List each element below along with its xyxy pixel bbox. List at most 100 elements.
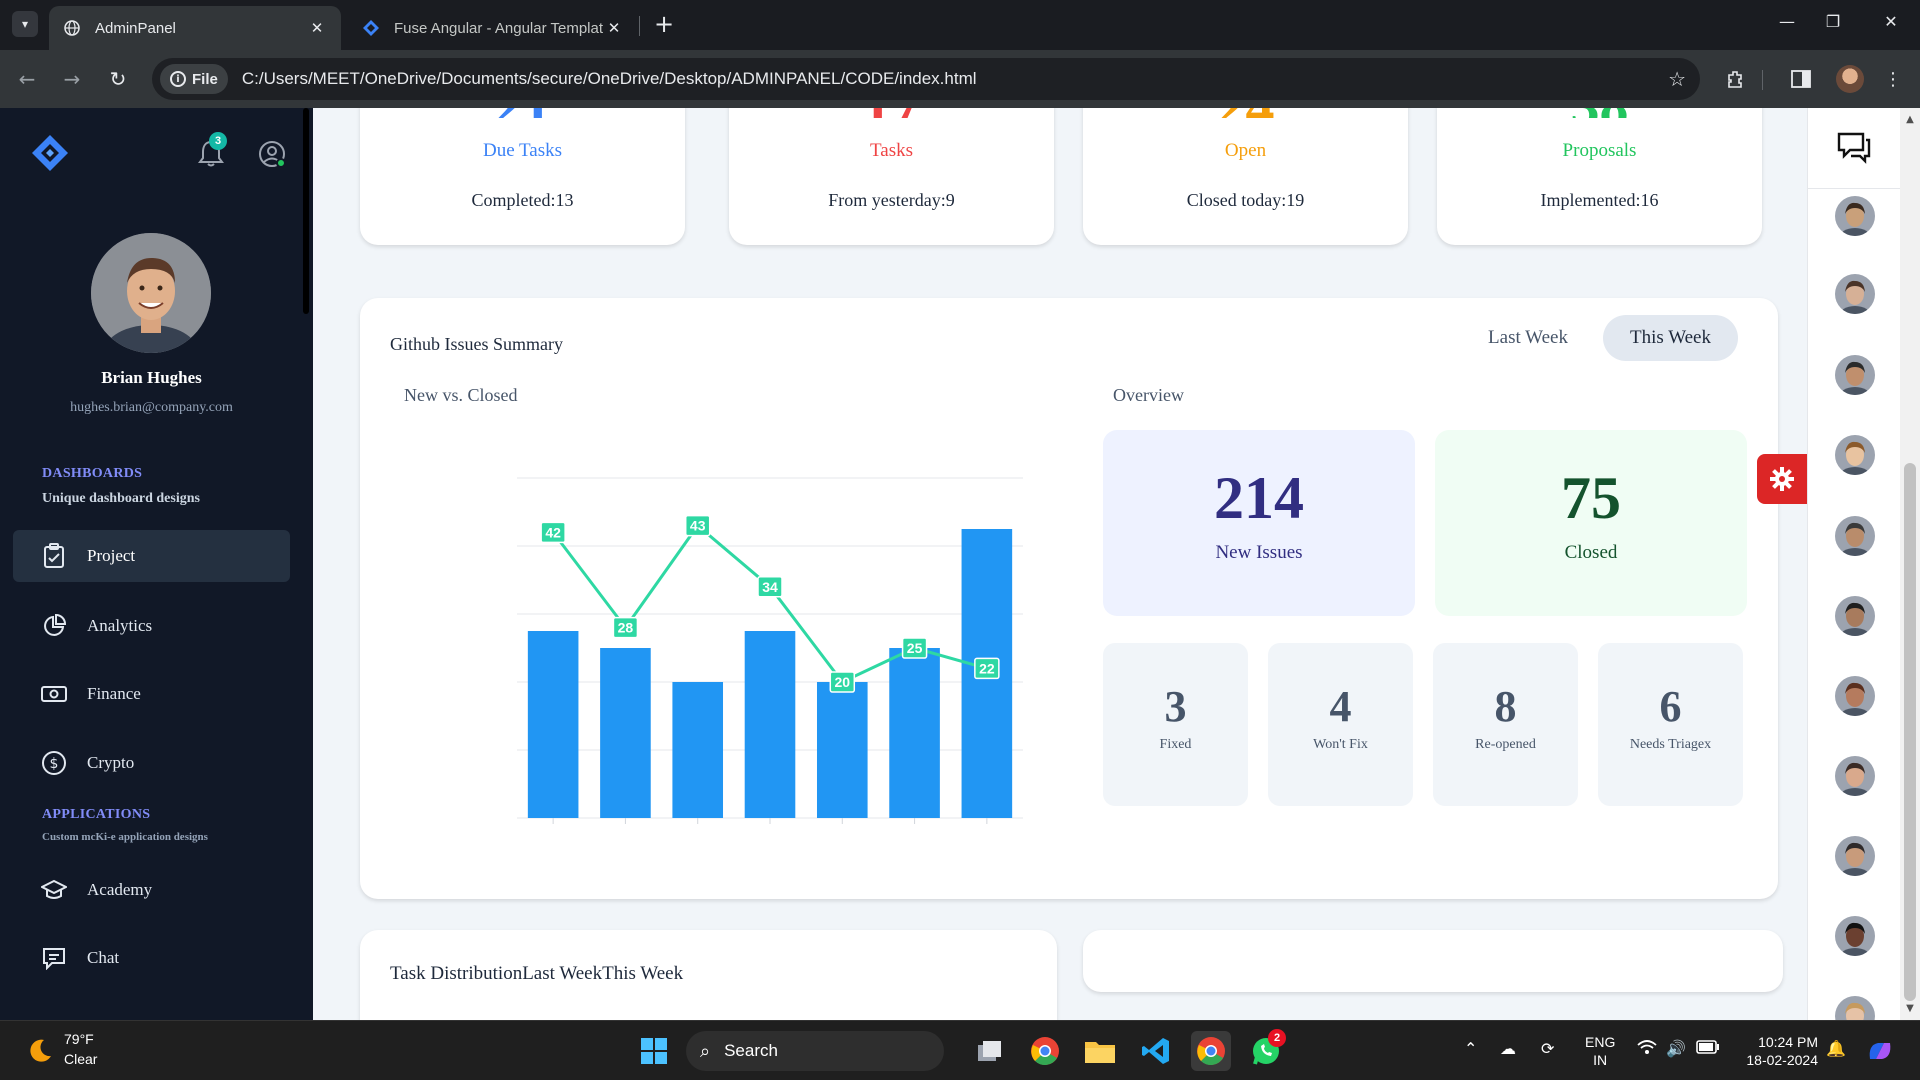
close-icon[interactable]: ✕ <box>604 19 624 37</box>
new-vs-closed-chart: 42 28 43 34 20 25 22 <box>517 477 1023 824</box>
extensions-icon[interactable] <box>1723 66 1749 92</box>
close-icon[interactable]: ✕ <box>307 19 327 37</box>
fuse-logo-icon <box>362 19 380 37</box>
wifi-icon[interactable] <box>1637 1039 1657 1059</box>
contact-avatar[interactable] <box>1835 916 1875 956</box>
tab-search-button[interactable]: ▾ <box>12 11 38 37</box>
profile-avatar[interactable] <box>1836 65 1864 93</box>
contact-avatar[interactable] <box>1835 435 1875 475</box>
language-indicator[interactable]: ENG IN <box>1585 1033 1615 1069</box>
chart-data-label: 34 <box>762 579 778 595</box>
tab-adminpanel[interactable]: AdminPanel ✕ <box>49 6 341 50</box>
onedrive-cloud-icon[interactable]: ☁ <box>1500 1039 1516 1058</box>
info-icon: i <box>170 71 186 87</box>
last-week-button[interactable]: Last Week <box>1468 315 1588 361</box>
reopened-value: 8 <box>1494 682 1517 731</box>
taskbar-search-label: Search <box>724 1041 778 1060</box>
address-bar[interactable]: i File C:/Users/MEET/OneDrive/Documents/… <box>152 58 1700 100</box>
weather-temperature[interactable]: 79°F <box>64 1031 94 1047</box>
task-this-week-button[interactable]: This Week <box>602 963 683 984</box>
notification-bell-icon[interactable]: 🔔 <box>1826 1039 1846 1058</box>
chrome-icon[interactable] <box>1025 1031 1065 1071</box>
fixed-value: 3 <box>1164 682 1187 731</box>
sidebar-item-crypto[interactable]: $ Crypto <box>13 737 290 789</box>
sidebar-item-label: Analytics <box>87 616 153 635</box>
chrome-profile-icon[interactable] <box>1191 1031 1231 1071</box>
tab-separator <box>639 16 640 36</box>
sidebar-item-academy[interactable]: Academy <box>13 864 290 916</box>
menu-kebab-icon[interactable]: ⋮ <box>1880 66 1906 92</box>
sidebar-item-label: Project <box>87 546 136 565</box>
toolbar-divider <box>1762 70 1763 90</box>
chat-bubbles-icon[interactable] <box>1836 130 1872 164</box>
contact-avatar[interactable] <box>1835 836 1875 876</box>
back-icon[interactable]: ← <box>12 64 42 94</box>
site-info-chip[interactable]: i File <box>160 64 228 94</box>
stat-label: Open <box>1224 140 1267 161</box>
stat-card-tasks: 17 Tasks From yesterday:9 <box>729 108 1054 245</box>
sidebar-item-analytics[interactable]: Analytics <box>13 600 290 652</box>
forward-icon[interactable]: → <box>57 64 87 94</box>
contact-avatar[interactable] <box>1835 596 1875 636</box>
bookmark-star-icon[interactable]: ☆ <box>1668 67 1686 91</box>
contact-avatar[interactable] <box>1835 355 1875 395</box>
chart-data-label: 25 <box>907 640 923 656</box>
contact-avatar[interactable] <box>1835 676 1875 716</box>
region-code: IN <box>1593 1052 1608 1068</box>
scroll-down-icon[interactable]: ▼ <box>1900 1003 1920 1014</box>
taskbar-search[interactable]: ⌕ Search <box>686 1031 944 1071</box>
cash-icon <box>41 681 67 707</box>
copilot-icon[interactable] <box>1866 1039 1894 1067</box>
sidebar-item-finance[interactable]: Finance <box>13 668 290 720</box>
window-close-icon[interactable]: ✕ <box>1876 12 1906 31</box>
section-title-applications: APPLICATIONS <box>42 807 151 822</box>
reload-icon[interactable]: ↻ <box>103 64 133 94</box>
sidebar-scrollbar[interactable] <box>303 108 309 314</box>
tab-fuse-angular[interactable]: Fuse Angular - Angular Templat ✕ <box>348 6 638 50</box>
speaker-icon[interactable]: 🔊 <box>1666 1039 1686 1058</box>
section-subtitle-dashboards: Unique dashboard designs <box>42 491 200 506</box>
chart-bar <box>816 682 868 818</box>
url-text[interactable]: C:/Users/MEET/OneDrive/Documents/secure/… <box>242 69 977 89</box>
sync-icon[interactable]: ⟳ <box>1541 1039 1554 1058</box>
windows-taskbar: 79°F Clear ⌕ Search 2 ⌃ ☁ ⟳ ENG IN 🔊 10:… <box>0 1020 1920 1080</box>
contact-avatar[interactable] <box>1835 196 1875 236</box>
contact-avatar[interactable] <box>1835 274 1875 314</box>
task-distribution-header: Task DistributionLast WeekThis Week <box>390 963 683 985</box>
stat-card-due-tasks: 21 Due Tasks Completed:13 <box>360 108 685 245</box>
sidebar-item-chat[interactable]: Chat <box>13 932 290 984</box>
this-week-button[interactable]: This Week <box>1603 315 1738 361</box>
settings-button[interactable] <box>1757 454 1807 504</box>
chart-data-label: 28 <box>618 620 634 636</box>
system-clock[interactable]: 10:24 PM 18-02-2024 <box>1736 1033 1818 1069</box>
tab-title: Fuse Angular - Angular Templat <box>394 19 604 37</box>
task-last-week-button[interactable]: Last Week <box>522 963 602 984</box>
side-panel-icon[interactable] <box>1788 66 1814 92</box>
vscode-icon[interactable] <box>1136 1031 1176 1071</box>
minimize-icon[interactable]: — <box>1772 12 1802 31</box>
scrollbar-thumb[interactable] <box>1904 463 1916 1001</box>
task-view-icon[interactable] <box>970 1031 1010 1071</box>
stat-value: 24 <box>1083 108 1408 118</box>
windows-start-icon[interactable] <box>634 1031 674 1071</box>
scroll-up-icon[interactable]: ▲ <box>1900 114 1920 125</box>
page-scrollbar[interactable]: ▲ ▼ <box>1900 108 1920 1020</box>
pie-chart-icon <box>41 613 67 639</box>
online-status-dot <box>276 158 286 168</box>
file-explorer-icon[interactable] <box>1080 1031 1120 1071</box>
sidebar-item-project[interactable]: Project <box>13 530 290 582</box>
weather-description[interactable]: Clear <box>64 1051 97 1067</box>
sidebar-item-label: Academy <box>87 880 153 899</box>
contact-avatar[interactable] <box>1835 756 1875 796</box>
empty-card <box>1083 930 1783 992</box>
new-issues-box: 214 New Issues <box>1103 430 1415 616</box>
battery-icon[interactable] <box>1696 1039 1720 1058</box>
restore-icon[interactable]: ❐ <box>1818 12 1848 31</box>
gear-icon <box>1770 467 1794 491</box>
section-title-dashboards: DASHBOARDS <box>42 466 143 481</box>
user-avatar[interactable] <box>91 233 211 353</box>
needs-triage-box: 6 Needs Triagex <box>1598 643 1743 806</box>
chevron-up-icon[interactable]: ⌃ <box>1464 1039 1477 1058</box>
contact-avatar[interactable] <box>1835 516 1875 556</box>
new-tab-button[interactable]: + <box>650 10 678 38</box>
